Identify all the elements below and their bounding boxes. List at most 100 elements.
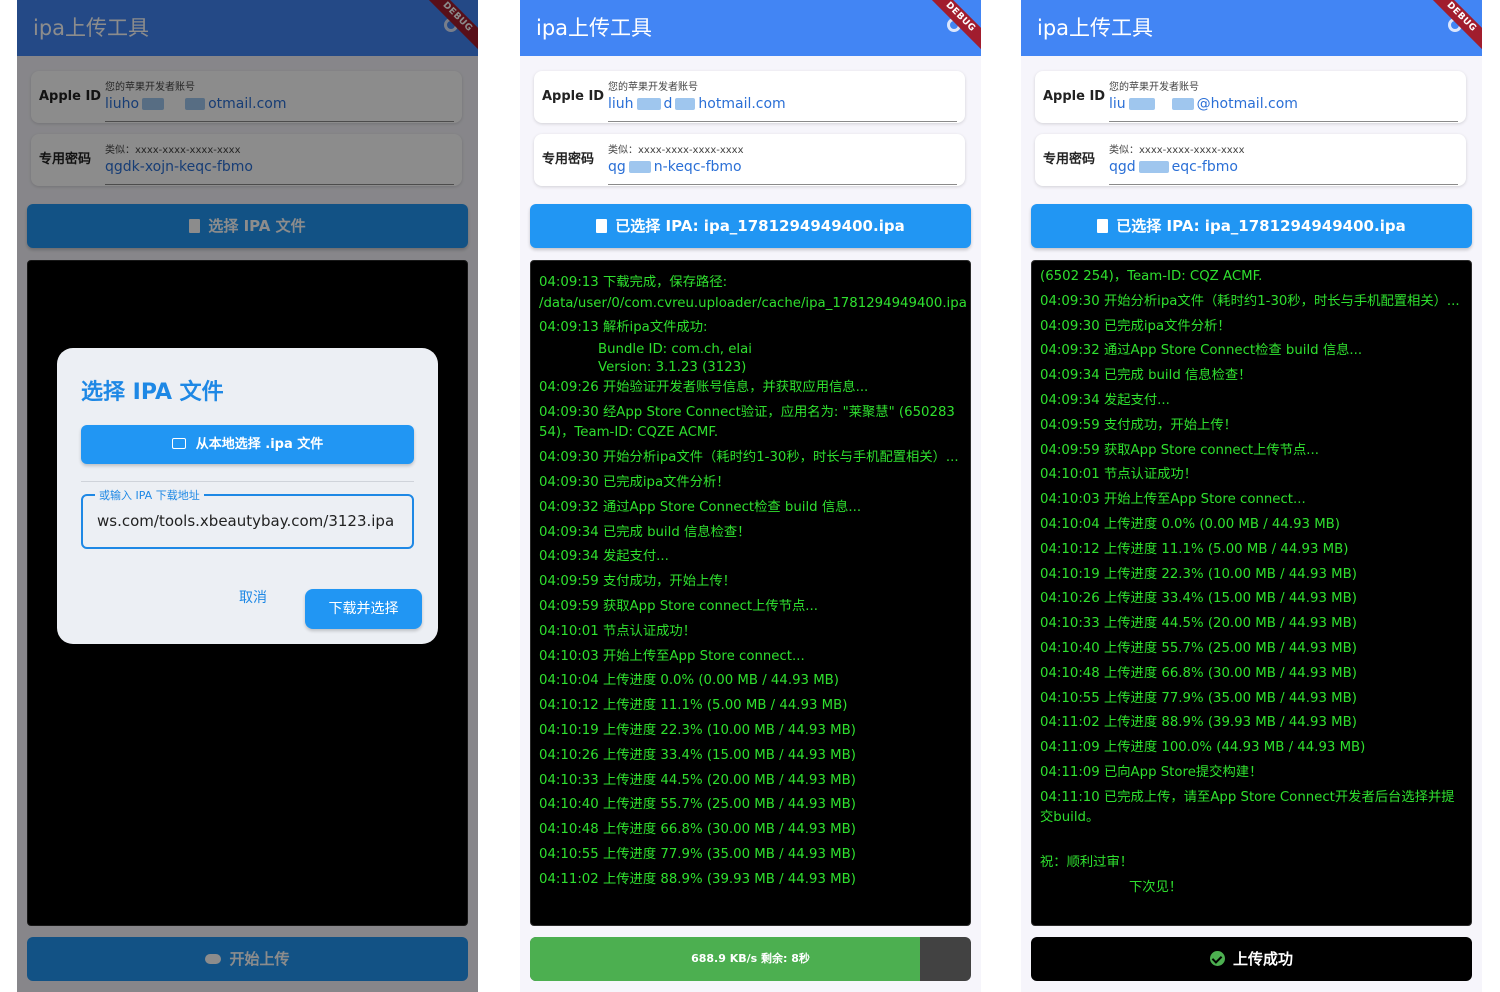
apple-id-label: Apple ID — [542, 89, 605, 104]
apple-id-label: Apple ID — [1043, 89, 1106, 104]
ipa-url-value: ws.com/tools.xbeautybay.com/3123.ipa — [97, 512, 395, 530]
upload-success-label: 上传成功 — [1232, 950, 1293, 968]
password-field[interactable]: qg n-keqc-fbmo — [608, 159, 742, 175]
log-line: 04:10:04 上传进度 0.0% (0.00 MB / 44.93 MB) — [539, 673, 839, 689]
select-local-file-button[interactable]: 从本地选择 .ipa 文件 — [81, 425, 414, 464]
divider — [81, 481, 414, 482]
log-line: 04:10:55 上传进度 77.9% (35.00 MB / 44.93 MB… — [539, 846, 856, 862]
log-line: (6502 254)，Team-ID: CQZ ACMF. — [1040, 269, 1263, 284]
log-line: 04:10:19 上传进度 22.3% (10.00 MB / 44.93 MB… — [539, 722, 856, 738]
log-line: 04:10:55 上传进度 77.9% (35.00 MB / 44.93 MB… — [1040, 690, 1357, 706]
screen-select-ipa: ipa上传工具 DEBUG Apple ID 您的苹果开发者账号 liuho ot… — [17, 0, 478, 992]
log-line: 04:09:30 已完成ipa文件分析！ — [539, 474, 730, 490]
log-line: 04:09:30 经App Store Connect验证，应用名为: "莱聚慧… — [539, 404, 955, 441]
log-console[interactable]: 04:09:13 下载完成，保存路径: /data/user/0/com.cvr… — [530, 260, 971, 926]
app-bar: ipa上传工具 — [520, 0, 981, 56]
redaction — [675, 98, 696, 110]
password-card: 专用密码 类似：xxxx-xxxx-xxxx-xxxx qg n-keqc-fbm… — [534, 134, 965, 186]
log-console[interactable]: (6502 254)，Team-ID: CQZ ACMF. 04:09:30 开始… — [1031, 260, 1472, 926]
redaction — [1128, 98, 1155, 110]
log-line: 04:09:59 获取App Store connect上传节点... — [1040, 442, 1319, 458]
log-line: 04:09:34 发起支付... — [539, 549, 669, 565]
log-line: 04:10:03 开始上传至App Store connect... — [539, 648, 805, 664]
log-line: 04:09:30 开始分析ipa文件（耗时约1-30秒，时长与手机配置相关）..… — [539, 450, 959, 466]
password-field[interactable]: qgd eqc-fbmo — [1109, 159, 1238, 175]
apple-id-card: Apple ID 您的苹果开发者账号 liu @hotmail.com — [1035, 71, 1466, 123]
redaction — [628, 161, 651, 173]
log-line: 04:09:30 已完成ipa文件分析！ — [1040, 318, 1231, 334]
log-line: 04:09:13 解析ipa文件成功: — [539, 320, 708, 336]
field-underline — [1109, 184, 1458, 185]
log-line: 04:09:34 已完成 build 信息检查！ — [1040, 368, 1252, 384]
apple-id-value-part: liuh — [608, 96, 634, 112]
app-bar: ipa上传工具 — [1021, 0, 1482, 56]
log-line: 04:10:26 上传进度 33.4% (15.00 MB / 44.93 MB… — [539, 747, 856, 763]
apple-id-field[interactable]: liuh d hotmail.com — [608, 96, 786, 112]
selected-ipa-label: 已选择 IPA: ipa_1781294949400.ipa — [1116, 217, 1406, 235]
log-line: 04:09:32 通过App Store Connect检查 build 信息.… — [1040, 343, 1363, 359]
log-line: 04:11:02 上传进度 88.9% (39.93 MB / 44.93 MB… — [1040, 715, 1357, 731]
log-line: 04:10:01 节点认证成功！ — [1040, 467, 1198, 483]
log-line: 04:10:40 上传进度 55.7% (25.00 MB / 44.93 MB… — [539, 797, 856, 813]
password-hint: 类似：xxxx-xxxx-xxxx-xxxx — [1109, 145, 1245, 156]
log-line: 04:09:59 支付成功，开始上传！ — [1040, 417, 1237, 433]
progress-status: 688.9 KB/s 剩余: 8秒 — [691, 952, 810, 965]
password-value-part: eqc-fbmo — [1171, 159, 1238, 175]
check-circle-icon — [1209, 951, 1225, 966]
apple-id-value-part: liu — [1109, 96, 1126, 112]
selected-ipa-button[interactable]: 已选择 IPA: ipa_1781294949400.ipa — [1031, 204, 1472, 248]
file-icon — [596, 219, 608, 233]
log-line: 04:09:59 支付成功，开始上传！ — [539, 574, 736, 590]
log-line: 04:10:26 上传进度 33.4% (15.00 MB / 44.93 MB… — [1040, 591, 1357, 607]
log-lines: 04:09:13 下载完成，保存路径: /data/user/0/com.cvr… — [539, 273, 967, 895]
apple-id-hint: 您的苹果开发者账号 — [608, 82, 698, 93]
log-line: 04:10:03 开始上传至App Store connect... — [1040, 492, 1306, 508]
download-and-select-button[interactable]: 下载并选择 — [305, 589, 422, 629]
apple-id-value-part: d — [663, 96, 673, 112]
field-underline — [608, 121, 957, 122]
screen-upload-success: ipa上传工具 DEBUG Apple ID 您的苹果开发者账号 liu @hot… — [1021, 0, 1482, 992]
apple-id-card: Apple ID 您的苹果开发者账号 liuh d hotmail.com — [534, 71, 965, 123]
password-value-part: n-keqc-fbmo — [653, 159, 742, 175]
log-line: Version: 3.1.23 (3123) — [598, 359, 747, 375]
password-label: 专用密码 — [542, 152, 595, 167]
folder-icon — [171, 438, 186, 449]
log-line: 04:09:59 获取App Store connect上传节点... — [539, 598, 818, 614]
apple-id-value-part: hotmail.com — [698, 96, 786, 112]
redaction — [1138, 161, 1169, 173]
log-line: 04:11:09 已向App Store提交构建！ — [1040, 764, 1263, 780]
log-line: 04:10:48 上传进度 66.8% (30.00 MB / 44.93 MB… — [1040, 665, 1357, 681]
redaction — [636, 98, 661, 110]
apple-id-hint: 您的苹果开发者账号 — [1109, 82, 1199, 93]
log-line: 04:10:48 上传进度 66.8% (30.00 MB / 44.93 MB… — [539, 822, 856, 838]
field-underline — [1109, 121, 1458, 122]
cancel-button[interactable]: 取消 — [239, 587, 267, 607]
log-line: 04:09:26 开始验证开发者账号信息，并获取应用信息... — [539, 380, 869, 396]
app-title: ipa上传工具 — [536, 16, 653, 40]
dialog-title: 选择 IPA 文件 — [81, 380, 224, 405]
log-line: 04:10:40 上传进度 55.7% (25.00 MB / 44.93 MB… — [1040, 640, 1357, 656]
log-line: 04:09:30 开始分析ipa文件（耗时约1-30秒，时长与手机配置相关）..… — [1040, 293, 1460, 309]
log-lines: (6502 254)，Team-ID: CQZ ACMF. 04:09:30 开始… — [1040, 267, 1463, 903]
selected-ipa-button[interactable]: 已选择 IPA: ipa_1781294949400.ipa — [530, 204, 971, 248]
ipa-url-input[interactable]: 或输入 IPA 下载地址 ws.com/tools.xbeautybay.com… — [81, 487, 414, 549]
password-card: 专用密码 类似：xxxx-xxxx-xxxx-xxxx qgd eqc-fbmo — [1035, 134, 1466, 186]
log-line: 04:10:12 上传进度 11.1% (5.00 MB / 44.93 MB) — [539, 698, 848, 714]
log-line: 04:10:33 上传进度 44.5% (20.00 MB / 44.93 MB… — [539, 772, 856, 788]
log-line: 04:09:32 通过App Store Connect检查 build 信息.… — [539, 499, 862, 515]
log-line: 04:11:02 上传进度 88.9% (39.93 MB / 44.93 MB… — [539, 871, 856, 887]
log-line: 04:11:09 上传进度 100.0% (44.93 MB / 44.93 M… — [1040, 740, 1366, 756]
upload-progress-bar: 688.9 KB/s 剩余: 8秒 — [530, 937, 971, 981]
log-line: 04:09:34 发起支付... — [1040, 392, 1170, 408]
redaction — [1171, 98, 1194, 110]
upload-success-button[interactable]: 上传成功 — [1031, 937, 1472, 981]
selected-ipa-label: 已选择 IPA: ipa_1781294949400.ipa — [615, 217, 905, 235]
field-underline — [608, 184, 957, 185]
file-icon — [1097, 219, 1109, 233]
select-ipa-dialog: 选择 IPA 文件 从本地选择 .ipa 文件 或输入 IPA 下载地址 ws.… — [57, 348, 438, 644]
password-label: 专用密码 — [1043, 152, 1096, 167]
ipa-url-label: 或输入 IPA 下载地址 — [95, 487, 204, 503]
select-local-file-label: 从本地选择 .ipa 文件 — [195, 437, 324, 452]
log-line: 04:09:13 下载完成，保存路径: /data/user/0/com.cvr… — [539, 275, 967, 311]
apple-id-field[interactable]: liu @hotmail.com — [1109, 96, 1298, 112]
